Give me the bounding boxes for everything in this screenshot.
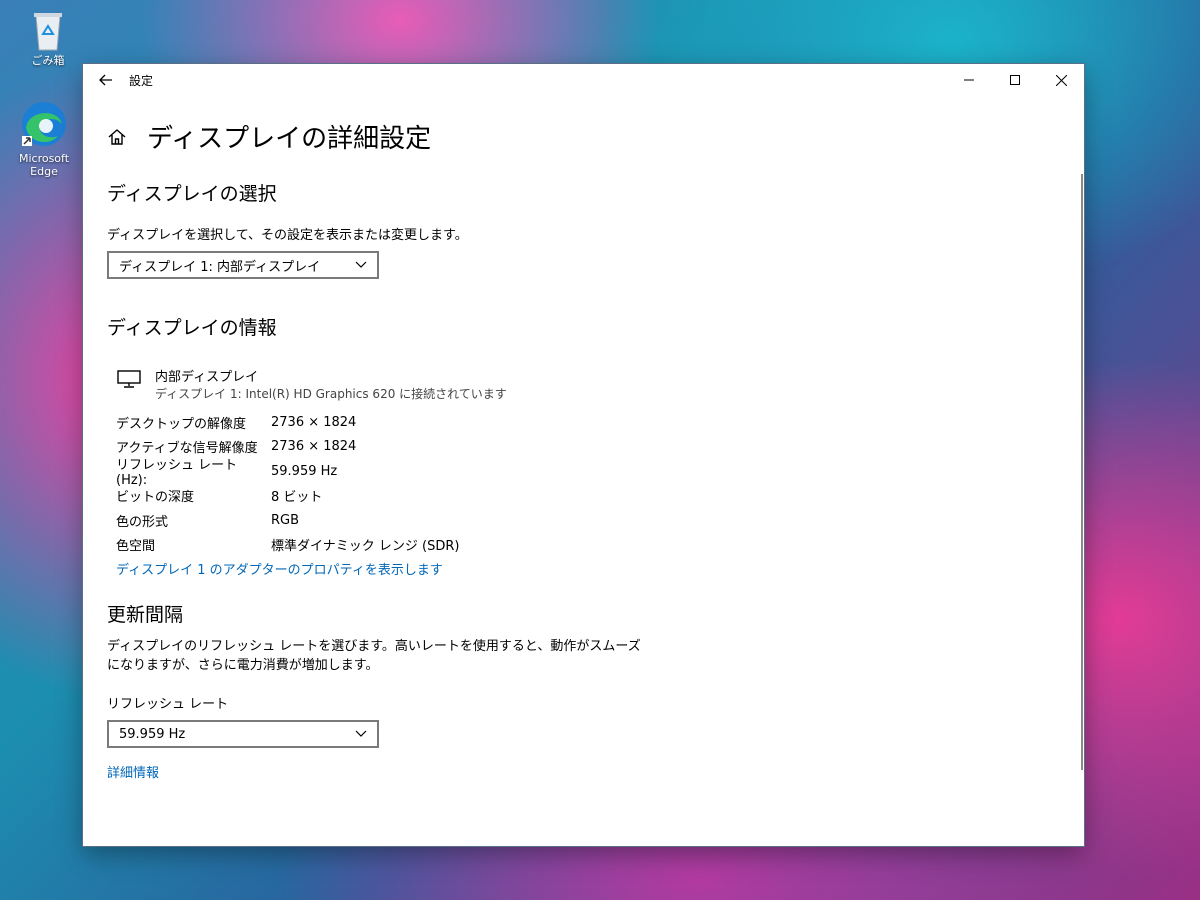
recycle-bin-desktop-icon[interactable]: ごみ箱 <box>8 8 88 68</box>
maximize-icon <box>1010 75 1020 85</box>
select-display-heading: ディスプレイの選択 <box>107 183 277 205</box>
info-value: 2736 × 1824 <box>271 414 357 430</box>
title-bar: 設定 <box>83 64 1084 96</box>
refresh-description-line2: になりますが、さらに電力消費が増加します。 <box>107 658 379 673</box>
display-info-heading: ディスプレイの情報 <box>107 317 277 339</box>
info-value: RGB <box>271 512 300 528</box>
refresh-interval-heading: 更新間隔 <box>107 604 184 626</box>
minimize-button[interactable] <box>946 64 992 96</box>
info-label: 色空間 <box>116 539 156 555</box>
refresh-rate-dropdown[interactable]: 59.959 Hz <box>107 720 379 748</box>
page-header: ディスプレイの詳細設定 <box>107 118 1044 155</box>
refresh-description-line1: ディスプレイのリフレッシュ レートを選びます。高いレートを使用すると、動作がスム… <box>107 639 641 654</box>
minimize-icon <box>964 79 974 81</box>
info-label: 色の形式 <box>116 514 169 530</box>
page-title: ディスプレイの詳細設定 <box>147 124 432 154</box>
recycle-bin-icon <box>28 8 68 51</box>
info-value: 2736 × 1824 <box>271 439 357 455</box>
settings-content: ディスプレイの詳細設定 ディスプレイの選択 ディスプレイを選択して、その設定を表… <box>107 96 1044 846</box>
info-row: リフレッシュ レート (Hz): 59.959 Hz <box>116 458 1044 488</box>
window-title: 設定 <box>129 73 154 88</box>
info-row: デスクトップの解像度 2736 × 1824 <box>116 410 1044 435</box>
monitor-name: 内部ディスプレイ <box>155 370 259 385</box>
monitor-block: 内部ディスプレイ ディスプレイ 1: Intel(R) HD Graphics … <box>117 366 1044 402</box>
back-button[interactable] <box>83 64 129 96</box>
adapter-properties-link[interactable]: ディスプレイ 1 のアダプターのプロパティを表示します <box>116 559 1044 578</box>
maximize-button[interactable] <box>992 64 1038 96</box>
info-row: 色の形式 RGB <box>116 508 1044 533</box>
info-value: 59.959 Hz <box>271 463 338 479</box>
info-value: 8 ビット <box>271 490 323 506</box>
info-label: リフレッシュ レート (Hz): <box>116 458 238 489</box>
scrollbar[interactable] <box>1081 174 1083 770</box>
more-info-link[interactable]: 詳細情報 <box>107 762 1044 781</box>
monitor-connection: ディスプレイ 1: Intel(R) HD Graphics 620 に接続され… <box>155 387 507 401</box>
display-select-value: ディスプレイ 1: 内部ディスプレイ <box>119 259 321 275</box>
select-display-description: ディスプレイを選択して、その設定を表示または変更します。 <box>107 228 468 243</box>
info-label: デスクトップの解像度 <box>116 416 247 432</box>
edge-icon <box>20 100 68 148</box>
settings-window: 設定 ディスプレイの詳細設定 ディスプレイの選択 ディスプレイを選択して、その設… <box>83 64 1084 846</box>
info-row: ビットの深度 8 ビット <box>116 484 1044 509</box>
chevron-down-icon <box>355 261 367 268</box>
recycle-bin-label: ごみ箱 <box>31 54 65 67</box>
display-info-table: デスクトップの解像度 2736 × 1824 アクティブな信号解像度 2736 × … <box>116 410 1044 557</box>
edge-label: Microsoft Edge <box>18 152 70 178</box>
back-arrow-icon <box>99 74 112 86</box>
info-value: 標準ダイナミック レンジ (SDR) <box>271 539 460 555</box>
close-button[interactable] <box>1038 64 1084 96</box>
refresh-rate-value: 59.959 Hz <box>119 726 186 742</box>
close-icon <box>1055 74 1067 86</box>
info-row: 色空間 標準ダイナミック レンジ (SDR) <box>116 533 1044 558</box>
chevron-down-icon <box>355 730 367 737</box>
display-select-dropdown[interactable]: ディスプレイ 1: 内部ディスプレイ <box>107 251 379 279</box>
info-label: ビットの深度 <box>116 490 195 506</box>
monitor-icon <box>117 370 141 388</box>
edge-desktop-icon[interactable]: Microsoft Edge <box>4 100 84 178</box>
refresh-rate-label: リフレッシュ レート <box>107 697 229 712</box>
home-icon[interactable] <box>107 127 127 147</box>
